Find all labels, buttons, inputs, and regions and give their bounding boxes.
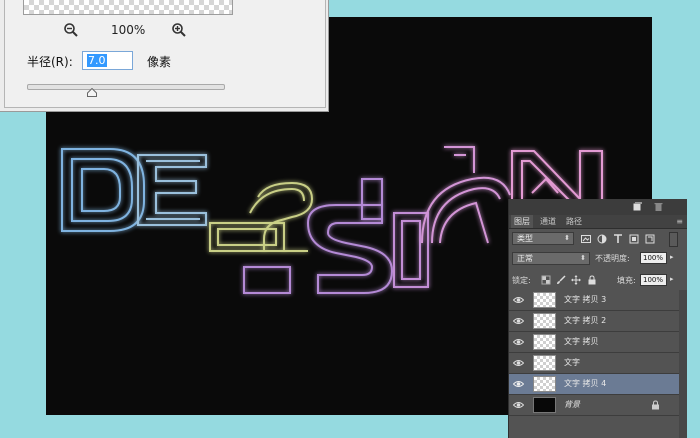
letter-e — [137, 154, 207, 226]
eye-icon[interactable] — [513, 316, 524, 326]
layer-thumbnail — [533, 292, 556, 308]
layer-name: 文字 拷贝 3 — [564, 295, 607, 304]
layer-thumbnail — [533, 355, 556, 371]
filter-kind-label: 类型 — [517, 234, 533, 243]
layer-name: 文字 拷贝 — [564, 337, 599, 346]
gaussian-blur-dialog: 100% 半径(R): 7.0 像素 — [0, 0, 329, 112]
new-layer-icon[interactable] — [633, 202, 642, 211]
layer-row[interactable]: 文字 — [509, 353, 679, 374]
opacity-input[interactable]: 100% — [640, 252, 667, 264]
blend-mode-label: 正常 — [517, 254, 533, 263]
panel-top-bar — [509, 199, 687, 215]
radius-input[interactable]: 7.0 — [82, 51, 133, 70]
layer-row-selected[interactable]: 文字 拷贝 4 — [509, 374, 679, 395]
lock-transparent-icon[interactable] — [541, 275, 551, 285]
layer-name: 文字 拷贝 4 — [564, 379, 607, 388]
eye-icon[interactable] — [513, 358, 524, 368]
letter-s-yellow — [209, 181, 314, 252]
layer-name: 文字 拷贝 2 — [564, 316, 607, 325]
filter-kind-select[interactable]: 类型 ⬍ — [512, 232, 574, 245]
lock-label: 锁定: — [512, 276, 531, 285]
tab-channels[interactable]: 通道 — [537, 215, 559, 228]
zoom-in-icon[interactable] — [171, 22, 187, 38]
layer-name: 背景 — [564, 400, 580, 409]
layer-row[interactable]: 文字 拷贝 3 — [509, 290, 679, 311]
radius-value: 7.0 — [87, 54, 107, 67]
eye-icon[interactable] — [513, 400, 524, 410]
zoom-level: 100% — [111, 23, 146, 37]
filter-type-icon[interactable] — [613, 234, 623, 244]
panel-tabs: 图层 通道 路径 ≡ — [509, 215, 687, 229]
opacity-label: 不透明度: — [595, 254, 630, 263]
layer-row[interactable]: 文字 拷贝 — [509, 332, 679, 353]
zoom-out-icon[interactable] — [63, 22, 79, 38]
letter-d — [61, 148, 145, 232]
layer-thumbnail — [533, 376, 556, 392]
eye-icon[interactable] — [513, 295, 524, 305]
tab-layers[interactable]: 图层 — [511, 215, 533, 228]
radius-label: 半径(R): — [27, 55, 73, 69]
filter-toggle[interactable] — [669, 232, 678, 247]
fill-input[interactable]: 100% — [640, 274, 667, 286]
lock-icon — [652, 400, 659, 410]
eye-icon[interactable] — [513, 337, 524, 347]
filter-smart-icon[interactable] — [645, 234, 655, 244]
filter-adjustment-icon[interactable] — [597, 234, 607, 244]
dialog-body: 100% 半径(R): 7.0 像素 — [4, 0, 326, 108]
layer-name: 文字 — [564, 358, 580, 367]
letter-g — [421, 146, 511, 244]
radius-unit-label: 像素 — [147, 55, 172, 69]
fill-label: 填充: — [617, 276, 636, 285]
lock-move-icon[interactable] — [571, 275, 581, 285]
opacity-dropdown-icon[interactable]: ▸ — [670, 253, 674, 261]
fill-dropdown-icon[interactable]: ▸ — [670, 275, 674, 283]
layers-scrollbar[interactable] — [679, 290, 687, 438]
layer-thumbnail — [533, 334, 556, 350]
chevron-down-icon: ⬍ — [564, 234, 570, 242]
chevron-down-icon: ⬍ — [580, 254, 586, 262]
radius-slider[interactable] — [27, 84, 225, 90]
lock-brush-icon[interactable] — [556, 275, 566, 285]
filter-shape-icon[interactable] — [629, 234, 639, 244]
layer-thumbnail — [533, 397, 556, 413]
layer-thumbnail — [533, 313, 556, 329]
trash-icon[interactable] — [654, 202, 663, 211]
layer-row[interactable]: 文字 拷贝 2 — [509, 311, 679, 332]
panel-menu-icon[interactable]: ≡ — [676, 215, 683, 228]
blur-preview[interactable] — [23, 0, 233, 15]
layers-panel: 图层 通道 路径 ≡ 类型 ⬍ 正常 ⬍ 不透明度: 100% ▸ 锁定: 填充… — [508, 199, 687, 438]
blend-mode-select[interactable]: 正常 ⬍ — [512, 252, 590, 265]
radius-slider-thumb[interactable] — [87, 88, 98, 97]
lock-all-icon[interactable] — [587, 275, 597, 285]
eye-icon[interactable] — [513, 379, 524, 389]
layer-row-background[interactable]: 背景 — [509, 395, 679, 416]
tab-paths[interactable]: 路径 — [563, 215, 585, 228]
filter-pixel-icon[interactable] — [581, 234, 591, 244]
